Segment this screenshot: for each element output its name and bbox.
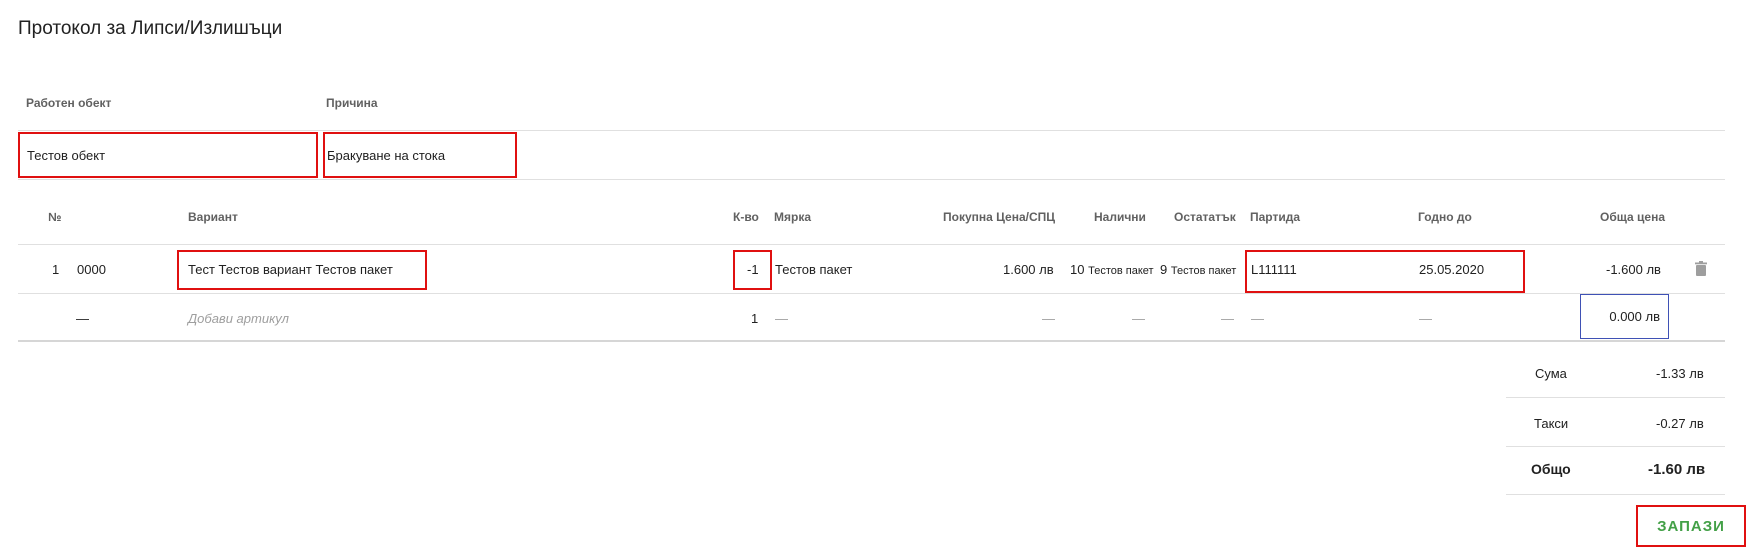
col-num-header: № bbox=[48, 210, 62, 224]
col-total-header: Обща цена bbox=[1600, 210, 1665, 224]
row-num: 1 bbox=[52, 262, 60, 277]
add-row-total-field[interactable]: 0.000 лв bbox=[1580, 294, 1669, 339]
col-batch-header: Партида bbox=[1250, 210, 1301, 224]
trash-icon[interactable] bbox=[1695, 261, 1707, 276]
row-total: -1.600 лв bbox=[1606, 262, 1661, 277]
col-qty-header: К-во bbox=[733, 210, 759, 224]
add-row-batch: — bbox=[1251, 311, 1264, 326]
taxes-value: -0.27 лв bbox=[1656, 416, 1704, 431]
add-row-expiry: — bbox=[1419, 311, 1432, 326]
page-title: Протокол за Липси/Излишъци bbox=[18, 18, 283, 39]
total-label: Общо bbox=[1531, 461, 1571, 477]
row-price: 1.600 лв bbox=[1003, 262, 1054, 277]
total-value: -1.60 лв bbox=[1648, 461, 1706, 478]
reason-value: Бракуване на стока bbox=[327, 148, 446, 163]
totals-divider-2 bbox=[1506, 446, 1725, 447]
work-object-value: Тестов обект bbox=[27, 148, 106, 163]
add-row-available: — bbox=[1132, 311, 1145, 326]
row-divider bbox=[18, 293, 1725, 294]
row-available-unit: Тестов пакет bbox=[1088, 265, 1154, 277]
totals-divider-1 bbox=[1506, 397, 1725, 398]
row-remainder-qty: 9 bbox=[1160, 262, 1168, 277]
row-qty: -1 bbox=[747, 262, 759, 277]
row-remainder-unit: Тестов пакет bbox=[1170, 265, 1237, 277]
col-unit-header: Мярка bbox=[774, 210, 812, 224]
row-available: 10 Тестов пакет bbox=[1070, 262, 1154, 277]
header-divider bbox=[18, 244, 1725, 245]
sum-value: -1.33 лв bbox=[1656, 366, 1704, 381]
row-expiry: 25.05.2020 bbox=[1419, 262, 1485, 277]
row-unit: Тестов пакет bbox=[775, 262, 853, 277]
sum-label: Сума bbox=[1535, 366, 1567, 381]
col-available-header: Налични bbox=[1094, 210, 1146, 224]
add-row-code: — bbox=[76, 311, 89, 326]
add-article-input[interactable]: Добави артикул bbox=[188, 311, 289, 326]
col-remainder-header: Остататък bbox=[1174, 210, 1236, 224]
form-divider-top bbox=[18, 130, 1725, 131]
add-row-unit: — bbox=[775, 311, 788, 326]
totals-divider-3 bbox=[1506, 494, 1725, 495]
add-row-price: — bbox=[1042, 311, 1055, 326]
reason-label: Причина bbox=[326, 96, 378, 110]
row-available-qty: 10 bbox=[1070, 262, 1085, 277]
taxes-label: Такси bbox=[1534, 416, 1569, 431]
add-row-total: 0.000 лв bbox=[1609, 309, 1660, 324]
col-variant-header: Вариант bbox=[188, 210, 238, 224]
save-button[interactable]: ЗАПАЗИ bbox=[1636, 505, 1746, 547]
table-bottom-divider bbox=[18, 340, 1725, 342]
row-remainder: 9 Тестов пакет bbox=[1160, 262, 1236, 277]
add-row-remainder: — bbox=[1221, 311, 1234, 326]
row-batch: L111111 bbox=[1251, 262, 1297, 277]
row-code: 0000 bbox=[77, 262, 106, 277]
add-row-qty[interactable]: 1 bbox=[751, 311, 758, 326]
work-object-label: Работен обект bbox=[26, 96, 112, 110]
col-expiry-header: Годно до bbox=[1418, 210, 1472, 224]
col-price-header: Покупна Цена/СПЦ bbox=[943, 210, 1056, 224]
row-variant: Тест Тестов вариант Тестов пакет bbox=[188, 262, 393, 277]
form-divider-bottom bbox=[18, 179, 1725, 180]
